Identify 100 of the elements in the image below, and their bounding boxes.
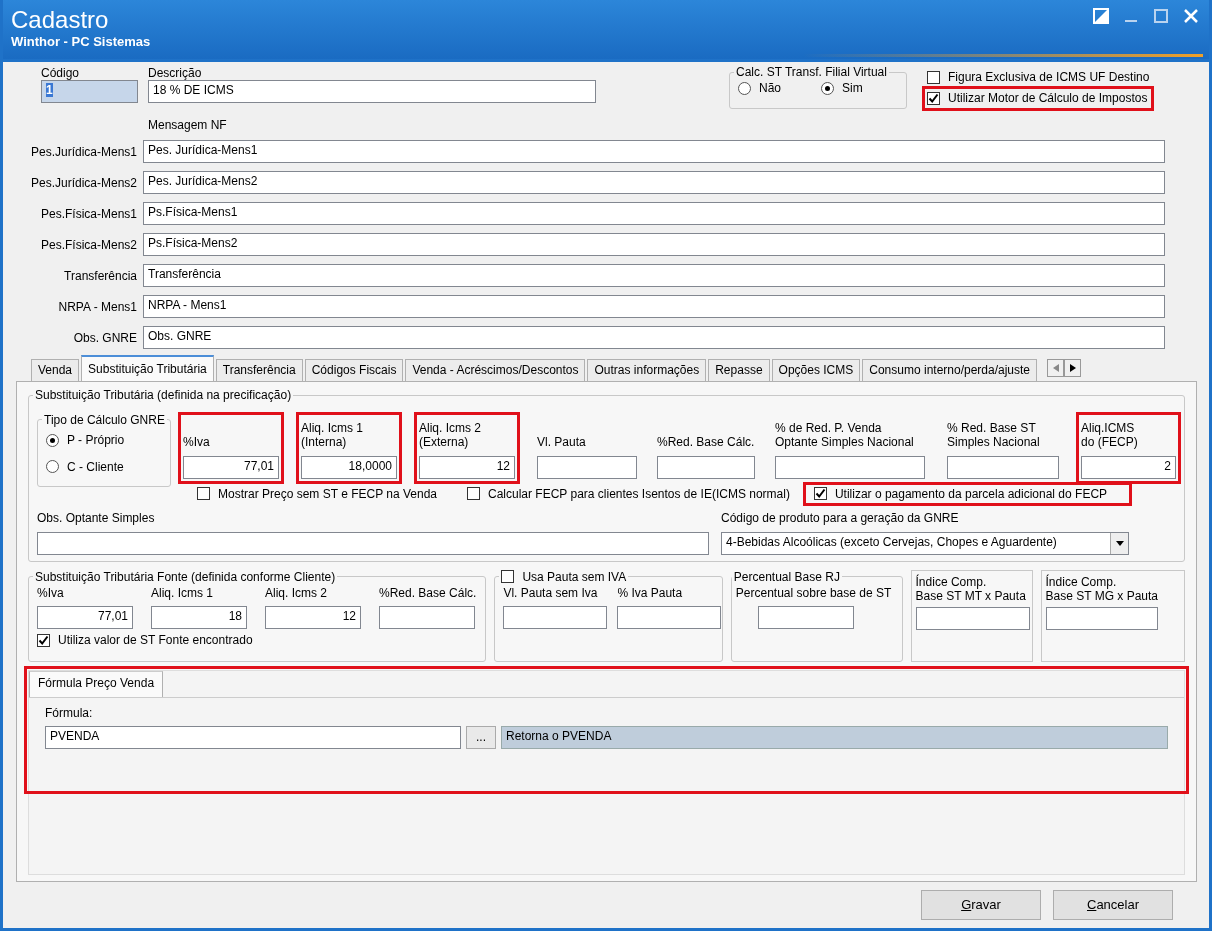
field-label: Vl. Pauta xyxy=(537,435,587,450)
field-label: % Iva Pauta xyxy=(617,585,684,601)
radio-button[interactable] xyxy=(46,460,59,474)
input-field[interactable]: 18 % DE ICMS xyxy=(148,80,596,104)
field-label: Pes.Física-Mens1 xyxy=(39,206,138,222)
input-field[interactable]: Ps.Física-Mens2 xyxy=(143,233,1165,257)
tab[interactable]: Fórmula Preço Venda xyxy=(29,670,164,697)
tab[interactable]: Códigos Fiscais xyxy=(304,359,404,382)
input-field[interactable] xyxy=(947,455,1059,479)
field-label: Vl. Pauta sem Iva xyxy=(503,585,599,601)
field-label: % Red. Base ST Simples Nacional xyxy=(947,421,1041,450)
tab[interactable]: Opções ICMS xyxy=(771,359,861,382)
input-field[interactable]: 1 xyxy=(41,80,138,104)
tab[interactable]: Substituição Tributária xyxy=(81,355,214,382)
input-field[interactable] xyxy=(1045,607,1158,631)
checkbox[interactable] xyxy=(501,570,515,584)
checkbox-label: Mostrar Preço sem ST e FECP na Venda xyxy=(218,486,437,502)
ellipsis-button[interactable]: ... xyxy=(466,725,496,749)
radio-label: Não xyxy=(759,81,781,96)
field-label: Fórmula: xyxy=(45,705,94,720)
input-field[interactable]: 77,01 xyxy=(37,606,133,630)
field-label: Pes.Jurídica-Mens1 xyxy=(29,144,138,160)
input-field[interactable]: Obs. GNRE xyxy=(143,326,1165,350)
checkbox-label: Figura Exclusiva de ICMS UF Destino xyxy=(948,70,1150,85)
field-label: %Iva xyxy=(183,435,211,450)
field-label: Pes.Jurídica-Mens2 xyxy=(29,175,138,191)
dialog-button[interactable]: Cancelar xyxy=(1053,890,1173,920)
input-field[interactable] xyxy=(617,606,722,630)
radio-label: C - Cliente xyxy=(67,459,124,474)
radio-label: Sim xyxy=(842,81,863,96)
input-field[interactable]: 77,01 xyxy=(183,455,279,479)
field-label: Obs. Optante Simples xyxy=(37,511,156,526)
input-field[interactable] xyxy=(657,455,755,479)
tab[interactable]: Outras informações xyxy=(587,359,707,382)
theme-icon[interactable] xyxy=(1093,8,1109,24)
input-field[interactable]: 12 xyxy=(419,455,515,479)
checkbox[interactable] xyxy=(197,487,210,501)
input-field[interactable]: PVENDA xyxy=(45,725,461,749)
tab[interactable]: Venda - Acréscimos/Descontos xyxy=(405,359,586,382)
field-label: Aliq. Icms 1 xyxy=(151,585,214,601)
input-field[interactable]: Ps.Física-Mens1 xyxy=(143,202,1165,226)
field-label: Aliq. Icms 1 (Interna) xyxy=(301,421,364,450)
left-arrow-icon xyxy=(1052,364,1059,373)
field-label: Aliq.ICMS do (FECP) xyxy=(1081,421,1139,450)
group-title: Tipo de Cálculo GNRE xyxy=(43,412,166,428)
input-field[interactable]: 12 xyxy=(265,606,361,630)
checkbox[interactable] xyxy=(813,487,827,501)
checkbox[interactable] xyxy=(467,487,480,501)
field-label: NRPA - Mens1 xyxy=(57,299,138,315)
input-field[interactable]: 18,0000 xyxy=(301,455,397,479)
description-field: Retorna o PVENDA xyxy=(501,725,1168,749)
field-label: Obs. GNRE xyxy=(72,330,138,346)
field-label: Código de produto para a geração da GNRE xyxy=(721,511,960,526)
dropdown[interactable]: 4-Bebidas Alcoólicas (exceto Cervejas, Chopes e Aguardente) xyxy=(721,531,1129,555)
group-title: Substituição Tributária Fonte (definida conforme Cliente) xyxy=(34,569,337,584)
radio-button[interactable] xyxy=(821,82,834,96)
checkbox[interactable] xyxy=(37,634,50,648)
radio-button[interactable] xyxy=(738,82,751,96)
window-subtitle: Winthor - PC Sistemas xyxy=(11,34,151,50)
input-field[interactable] xyxy=(37,531,709,555)
input-field[interactable]: Transferência xyxy=(143,264,1165,288)
section-label: Mensagem NF xyxy=(147,118,228,133)
field-label: % de Red. P. Venda Optante Simples Nacional xyxy=(775,421,915,450)
field-label: Código xyxy=(41,66,81,81)
field-label: %Iva xyxy=(37,585,65,601)
tab[interactable]: Venda xyxy=(31,359,80,382)
tab[interactable]: Repasse xyxy=(708,359,770,382)
group-title: Calc. ST Transf. Filial Virtual xyxy=(735,65,888,80)
close-icon[interactable] xyxy=(1183,8,1199,24)
input-field[interactable]: Pes. Jurídica-Mens1 xyxy=(143,140,1165,164)
group-title: Percentual Base RJ xyxy=(732,569,841,584)
input-field[interactable]: Pes. Jurídica-Mens2 xyxy=(143,171,1165,195)
window-title: Cadastro xyxy=(11,6,109,34)
group-title: Usa Pauta sem IVA xyxy=(522,569,627,584)
tab[interactable]: Consumo interno/perda/ajuste xyxy=(862,359,1038,382)
right-arrow-icon xyxy=(1069,364,1076,373)
field-label: Aliq. Icms 2 (Externa) xyxy=(419,421,482,450)
input-field[interactable] xyxy=(757,606,854,630)
input-field[interactable] xyxy=(503,606,608,630)
input-field[interactable] xyxy=(915,607,1030,631)
field-label: Índice Comp. Base ST MT x Pauta xyxy=(915,574,1027,604)
input-field[interactable] xyxy=(537,455,637,479)
field-label: Pes.Física-Mens2 xyxy=(39,237,138,253)
tab[interactable]: Transferência xyxy=(215,359,303,382)
field-label: Transferência xyxy=(63,268,138,284)
input-field[interactable]: 18 xyxy=(151,606,247,630)
input-field[interactable]: NRPA - Mens1 xyxy=(143,295,1165,319)
input-field[interactable] xyxy=(379,606,475,630)
checkbox-label: Utilizar o pagamento da parcela adicional do FECP xyxy=(834,486,1108,502)
field-label: Descrição xyxy=(148,66,203,81)
checkbox[interactable] xyxy=(927,70,940,84)
radio-button[interactable] xyxy=(46,433,59,447)
field-label: %Red. Base Cálc. xyxy=(379,585,477,601)
scroll-right-button[interactable] xyxy=(1064,359,1082,378)
dialog-button[interactable]: Gravar xyxy=(921,890,1041,920)
input-field[interactable] xyxy=(775,455,925,479)
maximize-icon[interactable] xyxy=(1153,8,1169,24)
input-field[interactable]: 2 xyxy=(1081,455,1176,479)
checkbox-label: Utiliza valor de ST Fonte encontrado xyxy=(58,633,253,648)
checkbox[interactable] xyxy=(927,92,940,106)
